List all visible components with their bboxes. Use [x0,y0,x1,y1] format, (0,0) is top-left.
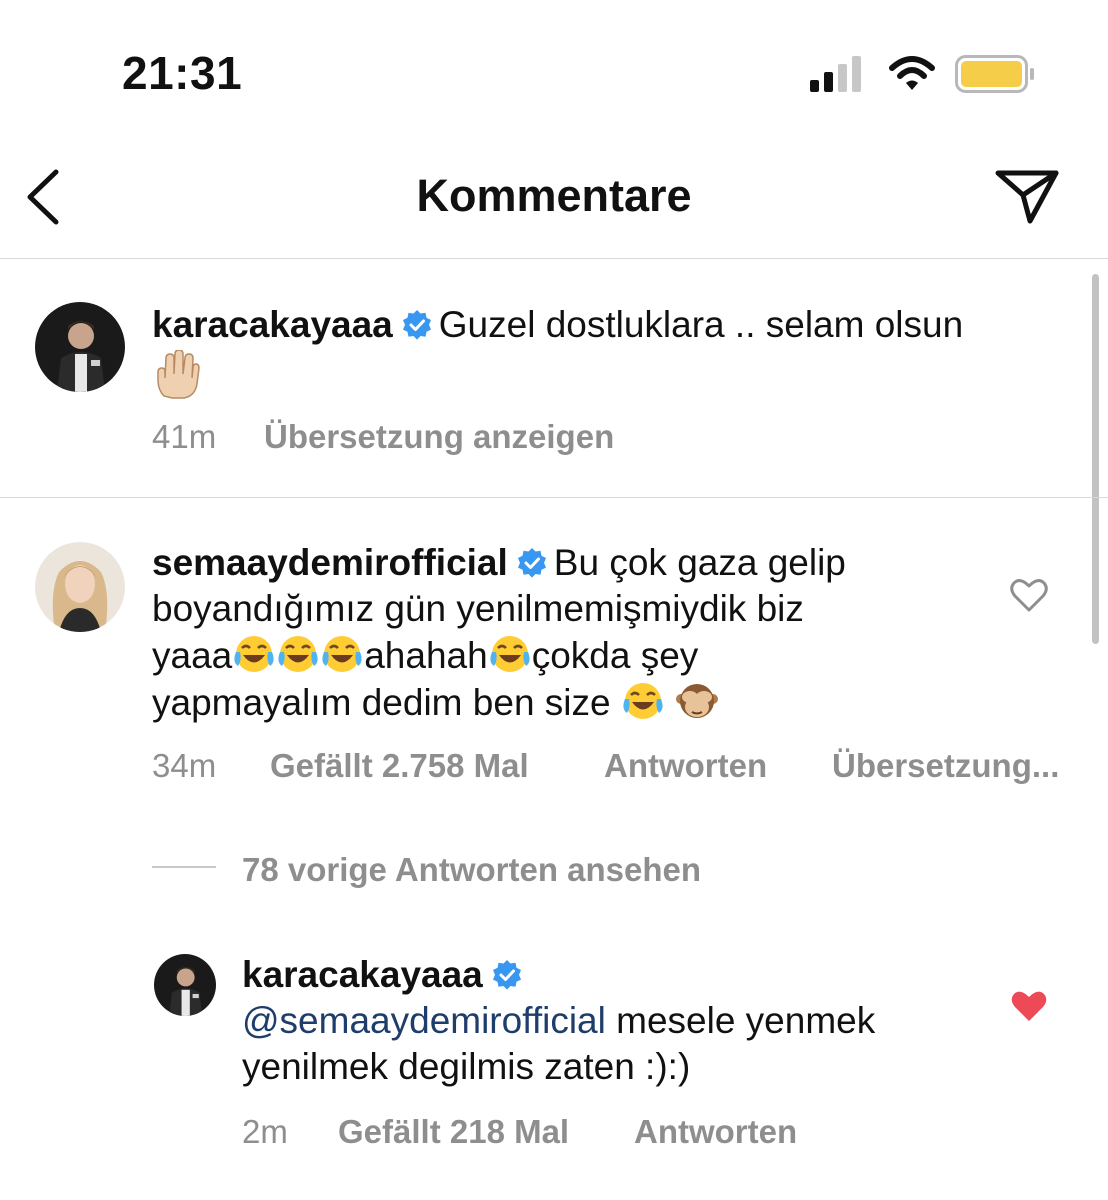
wifi-icon [889,56,935,90]
translate-link[interactable]: Übersetzung anzeigen [264,418,614,456]
tears-of-joy-emoji-icon [278,636,318,672]
tears-of-joy-emoji-icon [623,683,663,719]
comment-text-fragment: yapmayalım dedim ben size [152,682,611,723]
battery-icon [955,55,1034,93]
comment-meta: 41m [152,418,216,456]
comment-text-fragment: çokda şey [531,635,699,676]
comment-body-line1: Bu çok gaza gelip [553,542,846,583]
tears-of-joy-emoji-icon [234,636,274,672]
reply-meta: 2m [242,1113,288,1151]
raised-hand-emoji-icon [157,350,200,399]
avatar[interactable] [35,302,125,392]
reply-body-line1: mesele yenmek [605,1000,876,1041]
reply-button[interactable]: Antworten [634,1113,797,1151]
verified-badge-icon [402,310,431,340]
replies-rule [152,866,216,868]
paper-plane-icon[interactable] [992,165,1062,227]
comment-text: karacakayaaa Guzel dostluklara .. selam o… [152,302,1052,348]
cellular-signal-icon [810,56,861,92]
avatar[interactable] [35,542,125,632]
avatar[interactable] [154,954,216,1016]
heart-icon[interactable] [1009,577,1049,613]
comment-username[interactable]: semaaydemirofficial [152,542,508,583]
mention-link[interactable]: @semaaydemirofficial [242,1000,606,1041]
page-title: Kommentare [416,170,692,221]
comment-meta: 34m [152,747,216,785]
likes-count[interactable]: Gefällt 2.758 Mal [270,747,529,785]
comment-body-line3: yaaa ahahah çokda şey [152,632,992,679]
status-time: 21:31 [122,47,243,99]
comment-body-line2: boyandığımız gün yenilmemişmiydik biz [152,588,804,629]
comment-time: 34m [152,747,217,784]
comment-username[interactable]: karacakayaaa [152,304,393,345]
reply-username[interactable]: karacakayaaa [242,954,483,995]
scrollbar[interactable] [1092,274,1099,644]
comment-body-line4: yapmayalım dedim ben size [152,679,992,726]
comment-body: Guzel dostluklara .. selam olsun [438,304,964,345]
likes-count[interactable]: Gefällt 218 Mal [338,1113,569,1151]
view-replies-button[interactable]: 78 vorige Antworten ansehen [242,851,701,889]
comment-text: semaaydemirofficial Bu çok gaza gelip boy… [152,540,992,726]
tears-of-joy-emoji-icon [322,636,362,672]
heart-filled-icon[interactable] [1009,988,1049,1024]
comment-text-fragment: yaaa [152,635,233,676]
reply-body-line2: yenilmek degilmis zaten :):) [242,1046,691,1087]
reply-text: karacakayaaa @semaaydemirofficial mesele… [242,952,982,1090]
see-no-evil-monkey-emoji-icon [676,684,719,718]
verified-badge-icon [517,548,546,578]
comment-time: 41m [152,418,217,455]
verified-badge-icon [492,960,521,990]
reply-button[interactable]: Antworten [604,747,767,785]
caption-divider [0,497,1108,498]
translate-link[interactable]: Übersetzung... [832,747,1059,785]
comment-text-fragment: ahahah [364,635,488,676]
reply-time: 2m [242,1113,288,1150]
header-divider [0,258,1108,259]
tears-of-joy-emoji-icon [490,636,530,672]
